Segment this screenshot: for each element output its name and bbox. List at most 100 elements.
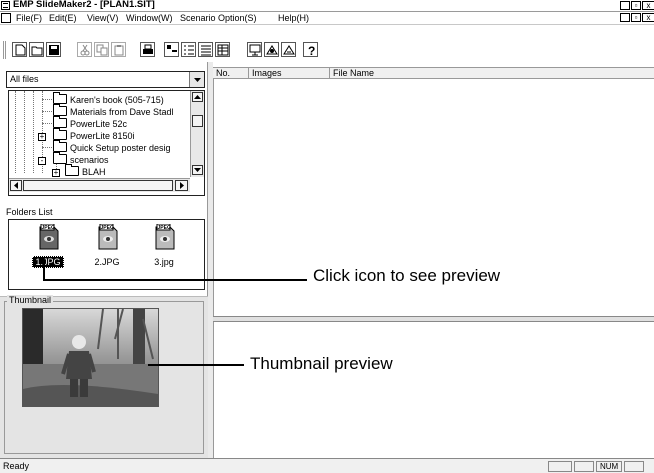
tree-guide [42,111,52,112]
menu-file[interactable]: File(F) [16,13,42,23]
file-item[interactable]: JPEG 2.JPG [88,223,126,274]
details-view-icon[interactable] [215,42,230,57]
folder-icon [53,116,67,128]
folder-icon [65,164,79,176]
tree-item-label: Materials from Dave Stadl [70,107,174,117]
column-header-no[interactable]: No. [213,68,249,79]
document-icon[interactable] [1,13,11,23]
svg-text:?: ? [308,44,315,56]
scroll-down-icon[interactable] [192,165,203,175]
help-icon[interactable]: ? [303,42,318,57]
file-name: 1.JPG [32,256,64,268]
tree-guide [42,99,52,100]
file-badge: JPEG [158,225,171,231]
doc-close-button[interactable]: x [642,13,654,22]
print-icon[interactable] [140,42,155,57]
folder-icon [53,152,67,164]
tree-guide [24,91,25,173]
paste-icon[interactable] [111,42,126,57]
scroll-left-icon[interactable] [10,180,22,191]
menu-scenario-option[interactable]: Scenario Option(S) [180,13,257,23]
new-icon[interactable] [12,42,27,57]
open-icon[interactable] [29,42,44,57]
expand-icon[interactable]: + [38,133,46,141]
tree-guide [15,91,16,173]
callout-thumbnail-preview: Thumbnail preview [250,354,393,373]
copy-icon[interactable] [94,42,109,57]
callout-line [43,279,307,281]
send-icon[interactable] [264,42,279,57]
thumbnail-label: Thumbnail [7,295,54,305]
menu-help[interactable]: Help(H) [278,13,309,23]
callout-line [148,364,244,366]
large-icons-icon[interactable] [164,42,179,57]
minimize-button[interactable]: _ [620,1,630,10]
small-icons-icon[interactable] [181,42,196,57]
tree-item[interactable]: PowerLite 8150i [53,128,135,142]
callout-line [43,263,45,280]
scroll-right-icon[interactable] [175,180,188,191]
tree-item-label: BLAH [82,167,106,177]
callout-click-icon: Click icon to see preview [313,266,501,285]
jpeg-file-icon[interactable]: JPEG [98,223,118,250]
thumbnail-photo [22,308,159,407]
menu-window[interactable]: Window(W) [126,13,173,23]
tree-item-label: PowerLite 8150i [70,131,135,141]
status-text: Ready [3,461,30,471]
expand-icon[interactable]: + [52,169,60,177]
scroll-up-icon[interactable] [192,92,203,102]
folder-tree[interactable]: Karen's book (505-715) Materials from Da… [8,90,205,196]
folder-icon [53,140,67,152]
maximize-button[interactable]: ▫ [631,1,641,10]
tree-vertical-scrollbar[interactable] [190,91,204,177]
status-panel [548,461,572,472]
scroll-thumb[interactable] [192,115,203,127]
file-badge: JPEG [42,225,55,231]
tree-item[interactable]: BLAH [65,164,106,178]
tree-item[interactable]: Karen's book (505-715) [53,92,164,106]
doc-minimize-button[interactable]: _ [620,13,630,22]
folder-icon [53,92,67,104]
jpeg-file-icon[interactable]: JPEG [155,223,175,250]
status-panel [574,461,594,472]
tree-item[interactable]: Materials from Dave Stadl [53,104,174,118]
file-badge: JPEG [101,225,114,231]
tree-item[interactable]: PowerLite 52c [53,116,128,130]
toolbar-grip [3,41,6,59]
doc-restore-button[interactable]: ▫ [631,13,641,22]
tree-guide [42,147,52,148]
close-button[interactable]: x [642,1,654,10]
tree-item[interactable]: Quick Setup poster desig [53,140,171,154]
receive-icon[interactable] [281,42,296,57]
preview-pane [213,322,654,458]
title-bar: EMP SlideMaker2 - [PLAN1.SIT] _ ▫ x [0,0,654,12]
window-title: EMP SlideMaker2 - [PLAN1.SIT] [13,0,155,10]
status-bar: Ready NUM [0,458,654,473]
file-item[interactable]: JPEG 1.JPG [29,223,67,274]
tree-item-label: PowerLite 52c [70,119,128,129]
column-header-file-name[interactable]: File Name [330,68,480,79]
slideshow-icon[interactable] [247,42,262,57]
folders-list-label: Folders List [6,207,53,217]
file-name: 2.JPG [94,257,120,267]
menu-view[interactable]: View(V) [87,13,118,23]
cut-icon[interactable] [77,42,92,57]
save-icon[interactable] [46,42,61,57]
column-header-images[interactable]: Images [249,68,330,79]
tree-item[interactable]: scenarios [53,152,109,166]
menu-bar: File(F) Edit(E) View(V) Window(W) Scenar… [0,12,654,25]
file-type-select[interactable]: All files [6,71,205,88]
tree-item-label: Karen's book (505-715) [70,95,164,105]
menu-edit[interactable]: Edit(E) [49,13,77,23]
tree-guide [42,123,52,124]
jpeg-file-icon[interactable]: JPEG [39,223,59,250]
collapse-icon[interactable]: - [38,157,46,165]
file-item[interactable]: JPEG 3.jpg [145,223,183,274]
file-list-header: No. Images File Name [213,67,654,79]
tree-item-label: scenarios [70,155,109,165]
list-view-icon[interactable] [198,42,213,57]
chevron-down-icon[interactable] [189,72,204,87]
tree-horizontal-scrollbar[interactable] [9,178,190,192]
scroll-thumb[interactable] [23,180,173,191]
status-panel [624,461,644,472]
